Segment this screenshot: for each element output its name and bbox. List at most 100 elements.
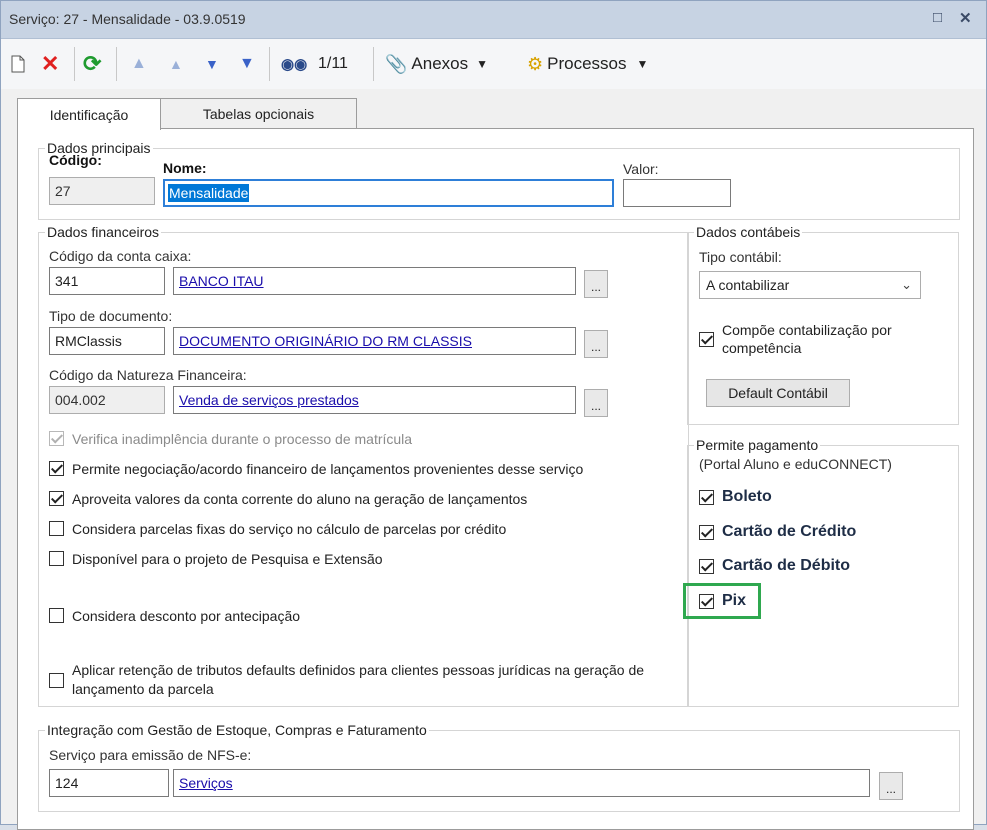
new-record-button[interactable] [11, 53, 25, 75]
checkbox-box[interactable] [699, 558, 714, 574]
next-record-button[interactable]: ▼ [205, 53, 219, 75]
checkbox-box[interactable] [49, 551, 64, 566]
integracao-group: Integração com Gestão de Estoque, Compra… [38, 722, 960, 812]
pix-highlight [683, 583, 761, 619]
binoculars-icon: ◉◉ [281, 56, 308, 73]
valor-field[interactable] [623, 179, 731, 207]
toolbar-separator [74, 47, 75, 81]
pesquisa-extensao-checkbox[interactable]: Disponível para o projeto de Pesquisa e … [49, 551, 383, 567]
service-window: Serviço: 27 - Mensalidade - 03.9.0519 □ … [0, 0, 987, 830]
natureza-lookup-button[interactable]: ... [584, 389, 608, 417]
checkbox-box[interactable] [49, 461, 64, 476]
default-contabil-button[interactable]: Default Contábil [706, 379, 850, 407]
toolbar: ✕ ⟳ ▲ ▲ ▼ ▼ ◉◉ 1/11 📎 Anexos ▼ ⚙ Process… [1, 39, 986, 89]
retencao-tributos-label: Aplicar retenção de tributos defaults de… [72, 662, 645, 697]
integracao-legend: Integração com Gestão de Estoque, Compra… [45, 722, 429, 738]
considera-parcelas-checkbox[interactable]: Considera parcelas fixas do serviço no c… [49, 521, 506, 537]
dados-contabeis-group: Dados contábeis Tipo contábil: A contabi… [687, 224, 959, 425]
dados-financeiros-legend: Dados financeiros [45, 224, 162, 240]
permite-pagamento-legend: Permite pagamento [694, 437, 821, 453]
cartao-credito-checkbox[interactable]: Cartão de Crédito [699, 523, 856, 541]
paperclip-icon: 📎 [385, 53, 408, 74]
tipo-documento-lookup-button[interactable]: ... [584, 330, 608, 358]
desconto-antecipacao-checkbox[interactable]: Considera desconto por antecipação [49, 608, 300, 624]
boleto-label: Boleto [722, 488, 772, 505]
natureza-name-link[interactable]: Venda de serviços prestados [179, 392, 359, 408]
next-icon: ▼ [205, 56, 219, 72]
aproveita-valores-label: Aproveita valores da conta corrente do a… [72, 491, 528, 507]
first-icon: ▲ [131, 55, 147, 72]
checkbox-box[interactable] [699, 524, 714, 540]
nfse-label: Serviço para emissão de NFS-e: [49, 747, 252, 763]
compoe-contabilizacao-checkbox[interactable]: Compõe contabilização por competência [699, 321, 902, 357]
natureza-label: Código da Natureza Financeira: [49, 367, 247, 383]
nfse-code-field[interactable]: 124 [49, 769, 169, 797]
permite-negociacao-checkbox[interactable]: Permite negociação/acordo financeiro de … [49, 461, 583, 477]
refresh-button[interactable]: ⟳ [83, 51, 102, 76]
nfse-name-link[interactable]: Serviços [179, 775, 233, 791]
natureza-name-field[interactable]: Venda de serviços prestados [173, 386, 576, 414]
boleto-checkbox[interactable]: Boleto [699, 488, 772, 506]
last-record-button[interactable]: ▼ [239, 53, 255, 75]
verifica-inadimplencia-checkbox[interactable]: Verifica inadimplência durante o process… [49, 431, 412, 447]
tipo-documento-code-field[interactable]: RMClassis [49, 327, 165, 355]
tipo-documento-name-field[interactable]: DOCUMENTO ORIGINÁRIO DO RM CLASSIS [173, 327, 576, 355]
delete-button[interactable]: ✕ [41, 51, 60, 76]
pesquisa-extensao-label: Disponível para o projeto de Pesquisa e … [72, 551, 383, 567]
dados-contabeis-legend: Dados contábeis [694, 224, 803, 240]
tab-identificacao[interactable]: Identificação [17, 98, 161, 130]
restore-icon[interactable]: □ [933, 9, 942, 26]
compoe-contabilizacao-label: Compõe contabilização por competência [722, 322, 892, 356]
first-record-button[interactable]: ▲ [131, 53, 147, 75]
toolbar-separator [373, 47, 374, 81]
identificacao-panel: Dados principais Código: 27 Nome: Mensal… [17, 128, 974, 830]
close-icon[interactable]: ✕ [959, 9, 972, 27]
retencao-tributos-checkbox[interactable]: Aplicar retenção de tributos defaults de… [49, 661, 669, 699]
dados-principais-group: Dados principais Código: 27 Nome: Mensal… [38, 140, 960, 220]
attachments-label: Anexos [411, 54, 469, 73]
nfse-lookup-button[interactable]: ... [879, 772, 903, 800]
nome-field[interactable]: Mensalidade [163, 179, 614, 207]
permite-pagamento-group: Permite pagamento (Portal Aluno e eduCON… [683, 437, 959, 707]
nome-label: Nome: [163, 160, 207, 176]
codigo-field[interactable]: 27 [49, 177, 155, 205]
find-button[interactable]: ◉◉ [281, 53, 307, 75]
tab-tabelas-opcionais[interactable]: Tabelas opcionais [160, 98, 357, 128]
valor-label: Valor: [623, 161, 659, 177]
conta-caixa-code-field[interactable]: 341 [49, 267, 165, 295]
natureza-code-field[interactable]: 004.002 [49, 386, 165, 414]
refresh-icon: ⟳ [83, 51, 102, 76]
tipo-documento-name-link[interactable]: DOCUMENTO ORIGINÁRIO DO RM CLASSIS [179, 333, 472, 349]
checkbox-box[interactable] [699, 489, 714, 505]
previous-icon: ▲ [169, 56, 183, 72]
conta-caixa-name-link[interactable]: BANCO ITAU [179, 273, 264, 289]
tipo-contabil-select[interactable]: A contabilizar ⌄ [699, 271, 921, 299]
nfse-name-field[interactable]: Serviços [173, 769, 870, 797]
delete-icon: ✕ [41, 51, 60, 76]
previous-record-button[interactable]: ▲ [169, 53, 183, 75]
last-icon: ▼ [239, 55, 255, 72]
new-document-icon [11, 55, 25, 73]
conta-caixa-label: Código da conta caixa: [49, 248, 192, 264]
processes-icon: ⚙ [527, 53, 544, 74]
processes-label: Processos [547, 54, 627, 73]
cartao-debito-checkbox[interactable]: Cartão de Débito [699, 557, 850, 575]
tipo-contabil-value: A contabilizar [706, 277, 790, 293]
conta-caixa-name-field[interactable]: BANCO ITAU [173, 267, 576, 295]
aproveita-valores-checkbox[interactable]: Aproveita valores da conta corrente do a… [49, 491, 527, 507]
checkbox-box[interactable] [49, 491, 64, 506]
conta-caixa-lookup-button[interactable]: ... [584, 270, 608, 298]
nome-value: Mensalidade [168, 184, 250, 202]
attachments-button[interactable]: 📎 Anexos ▼ [385, 53, 488, 75]
checkbox-box[interactable] [699, 331, 714, 347]
processes-button[interactable]: ⚙ Processos ▼ [527, 53, 648, 75]
checkbox-box[interactable] [49, 672, 64, 688]
checkbox-box[interactable] [49, 431, 64, 446]
checkbox-box[interactable] [49, 521, 64, 536]
permite-negociacao-label: Permite negociação/acordo financeiro de … [72, 461, 584, 477]
checkbox-box[interactable] [49, 608, 64, 623]
cartao-debito-label: Cartão de Débito [722, 557, 851, 574]
window-title: Serviço: 27 - Mensalidade - 03.9.0519 [9, 11, 246, 27]
chevron-down-icon: ▼ [476, 57, 489, 71]
dados-financeiros-group: Dados financeiros Código da conta caixa:… [38, 224, 689, 707]
